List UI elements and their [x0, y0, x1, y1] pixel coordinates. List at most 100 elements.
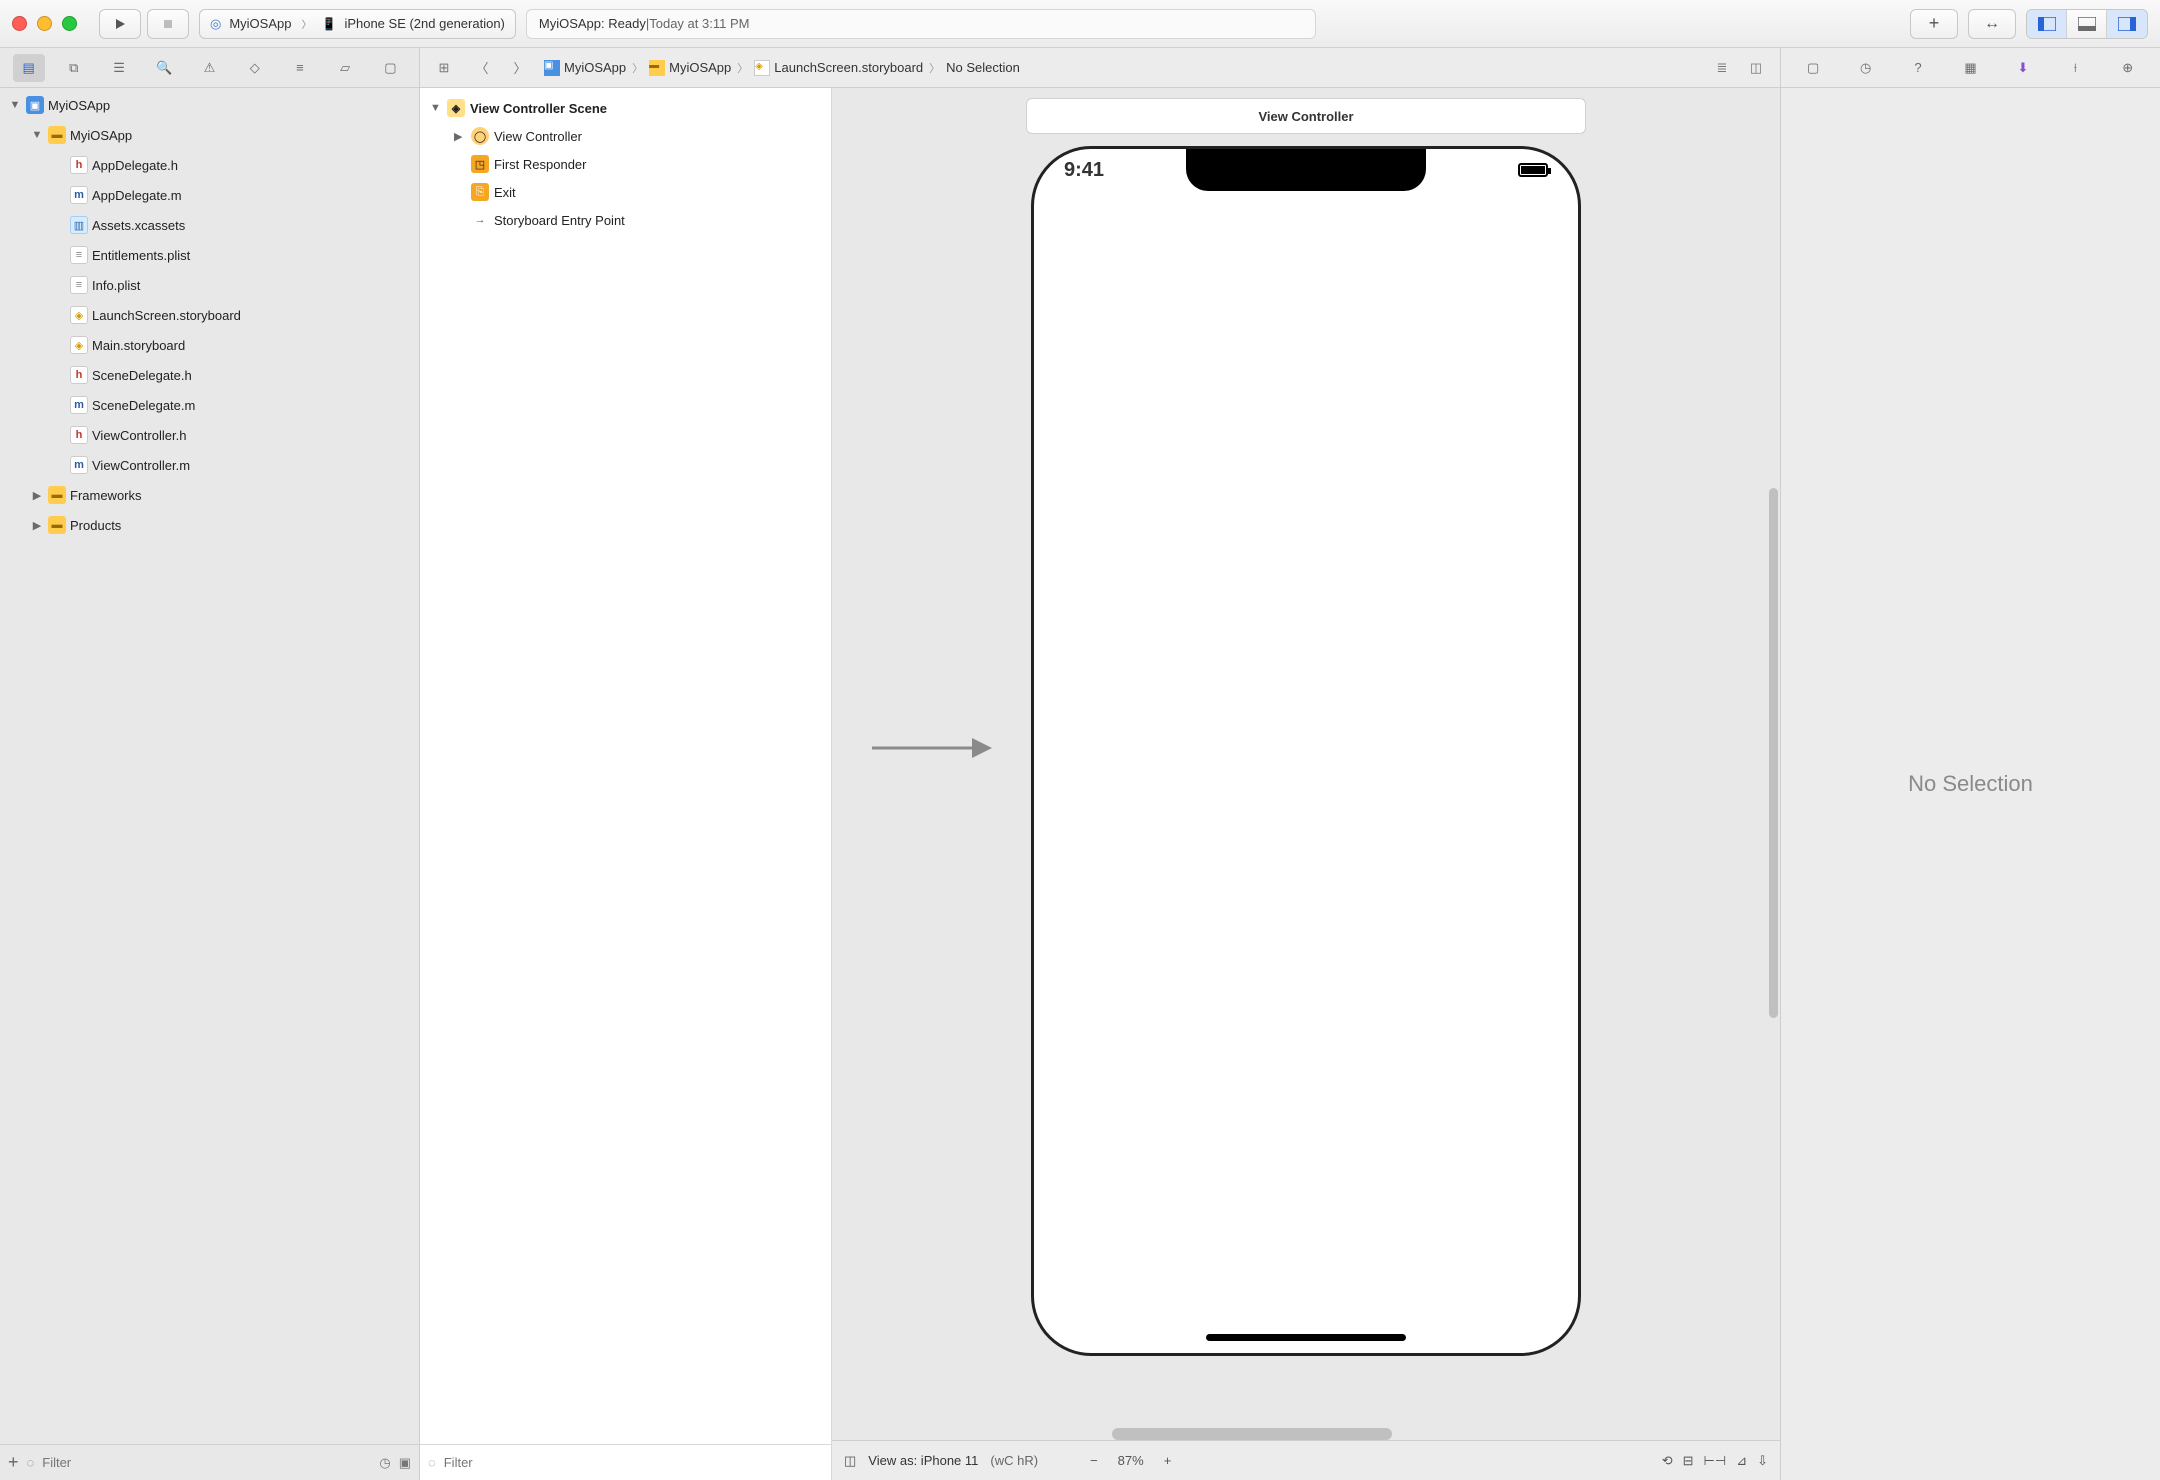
- device-icon: 📱: [321, 17, 336, 31]
- tree-row[interactable]: mViewController.m: [0, 450, 419, 480]
- ruler-icon: ⟊: [2074, 60, 2077, 76]
- find-navigator-tab[interactable]: 🔍: [148, 54, 180, 82]
- size-inspector-tab[interactable]: ⟊: [2059, 54, 2091, 82]
- disclosure-triangle[interactable]: ▼: [430, 102, 442, 114]
- document-outline[interactable]: ▼◈View Controller Scene▶◯View Controller…: [420, 88, 831, 1444]
- zoom-in-button[interactable]: +: [1164, 1453, 1172, 1468]
- disclosure-triangle[interactable]: ▶: [30, 489, 44, 502]
- back-button[interactable]: 〈: [468, 55, 496, 81]
- report-navigator-tab[interactable]: ▢: [374, 54, 406, 82]
- stop-button[interactable]: [147, 9, 189, 39]
- tree-row[interactable]: mSceneDelegate.m: [0, 390, 419, 420]
- close-window-button[interactable]: [12, 16, 27, 31]
- status-state-label: Ready: [608, 16, 646, 31]
- symbol-navigator-tab[interactable]: ☰: [103, 54, 135, 82]
- resolve-issues-button[interactable]: ⊿: [1736, 1453, 1747, 1469]
- source-control-navigator-tab[interactable]: ⧉: [58, 54, 90, 82]
- outline-row[interactable]: →Storyboard Entry Point: [424, 206, 827, 234]
- outline-filter-input[interactable]: [444, 1455, 823, 1470]
- zoom-out-button[interactable]: −: [1090, 1453, 1098, 1468]
- disclosure-triangle[interactable]: ▼: [30, 129, 44, 141]
- help-inspector-tab[interactable]: ?: [1902, 54, 1934, 82]
- add-files-button[interactable]: +: [8, 1452, 19, 1473]
- tree-row[interactable]: ▼▬MyiOSApp: [0, 120, 419, 150]
- zoom-level[interactable]: 87%: [1118, 1453, 1144, 1468]
- identity-inspector-tab[interactable]: ▦: [1954, 54, 1986, 82]
- toggle-navigator-button[interactable]: [2027, 10, 2067, 38]
- outline-row[interactable]: ◳First Responder: [424, 150, 827, 178]
- breadcrumb-item[interactable]: No Selection: [946, 60, 1020, 75]
- scheme-selector[interactable]: ◎ MyiOSApp 〉 📱 iPhone SE (2nd generation…: [199, 9, 516, 39]
- run-button[interactable]: [99, 9, 141, 39]
- tree-row[interactable]: ▥Assets.xcassets: [0, 210, 419, 240]
- editor-options-button[interactable]: ≣: [1708, 55, 1736, 81]
- panel-toggle-group: [2026, 9, 2148, 39]
- disclosure-triangle[interactable]: ▶: [454, 130, 466, 143]
- navigator-filter-input[interactable]: [42, 1455, 371, 1470]
- tree-row[interactable]: ◈Main.storyboard: [0, 330, 419, 360]
- tree-row[interactable]: ▶▬Frameworks: [0, 480, 419, 510]
- add-editor-button[interactable]: ◫: [1742, 55, 1770, 81]
- align-button[interactable]: ⊟: [1683, 1453, 1694, 1469]
- outline-row[interactable]: ▶◯View Controller: [424, 122, 827, 150]
- embed-in-button[interactable]: ⟲: [1662, 1453, 1673, 1469]
- filem-file-icon: m: [70, 186, 88, 204]
- identity-icon: ▦: [1964, 60, 1976, 76]
- connections-inspector-tab[interactable]: ⊕: [2112, 54, 2144, 82]
- test-navigator-tab[interactable]: ◇: [239, 54, 271, 82]
- breadcrumb-item[interactable]: ▬MyiOSApp: [649, 60, 731, 76]
- related-items-button[interactable]: ⊞: [430, 55, 458, 81]
- project-navigator-tab[interactable]: ▤: [13, 54, 45, 82]
- status-time-label: Today at 3:11 PM: [649, 16, 749, 31]
- breadcrumb-item[interactable]: ▣MyiOSApp: [544, 60, 626, 76]
- storyboard-entry-arrow[interactable]: [872, 728, 992, 768]
- disclosure-triangle[interactable]: ▼: [8, 99, 22, 111]
- update-frames-button[interactable]: ⇩: [1757, 1453, 1768, 1469]
- filter-scope-icon[interactable]: ◌: [27, 1455, 35, 1470]
- tree-row[interactable]: ≡Info.plist: [0, 270, 419, 300]
- project-tree[interactable]: ▼▣MyiOSApp▼▬MyiOSApphAppDelegate.hmAppDe…: [0, 88, 419, 1444]
- toggle-inspector-button[interactable]: [2107, 10, 2147, 38]
- folder-icon: ▤: [22, 60, 34, 76]
- canvas-vertical-scrollbar[interactable]: [1769, 488, 1778, 1018]
- issue-navigator-tab[interactable]: ⚠: [193, 54, 225, 82]
- tree-row[interactable]: ▼▣MyiOSApp: [0, 90, 419, 120]
- story-file-icon: ◈: [70, 306, 88, 324]
- device-frame[interactable]: 9:41: [1031, 146, 1581, 1356]
- toggle-outline-button[interactable]: ◫: [844, 1453, 856, 1469]
- battery-icon: [1518, 163, 1548, 177]
- canvas-horizontal-scrollbar[interactable]: [1112, 1428, 1392, 1440]
- tree-row[interactable]: hAppDelegate.h: [0, 150, 419, 180]
- breadcrumb-item[interactable]: ◈LaunchScreen.storyboard: [754, 60, 923, 76]
- recent-filter-icon[interactable]: ◷: [379, 1455, 390, 1471]
- zoom-window-button[interactable]: [62, 16, 77, 31]
- interface-builder-canvas[interactable]: View Controller 9:41: [832, 88, 1780, 1480]
- minimize-window-button[interactable]: [37, 16, 52, 31]
- debug-navigator-tab[interactable]: ≡: [284, 54, 316, 82]
- file-inspector-tab[interactable]: ▢: [1797, 54, 1829, 82]
- outline-row[interactable]: ▼◈View Controller Scene: [424, 94, 827, 122]
- forward-button[interactable]: 〉: [506, 55, 534, 81]
- toggle-debug-area-button[interactable]: [2067, 10, 2107, 38]
- chevron-right-icon: 〉: [301, 16, 311, 31]
- library-add-button[interactable]: +: [1910, 9, 1958, 39]
- view-as-label[interactable]: View as: iPhone 11: [868, 1453, 978, 1468]
- code-review-button[interactable]: ↔: [1968, 9, 2016, 39]
- tree-row[interactable]: hSceneDelegate.h: [0, 360, 419, 390]
- pin-button[interactable]: ⊢⊣: [1704, 1453, 1727, 1469]
- scm-status-filter-icon[interactable]: ▣: [399, 1455, 411, 1471]
- breakpoint-navigator-tab[interactable]: ▱: [329, 54, 361, 82]
- tree-row[interactable]: mAppDelegate.m: [0, 180, 419, 210]
- activity-status[interactable]: MyiOSApp: Ready | Today at 3:11 PM: [526, 9, 1316, 39]
- breadcrumbs[interactable]: ▣MyiOSApp〉▬MyiOSApp〉◈LaunchScreen.storyb…: [544, 60, 1020, 76]
- tree-row[interactable]: ≡Entitlements.plist: [0, 240, 419, 270]
- scene-title-bar[interactable]: View Controller: [1026, 98, 1586, 134]
- tree-row[interactable]: hViewController.h: [0, 420, 419, 450]
- outline-row[interactable]: ⎘Exit: [424, 178, 827, 206]
- attributes-inspector-tab[interactable]: ⬇: [2007, 54, 2039, 82]
- disclosure-triangle[interactable]: ▶: [30, 519, 44, 532]
- history-inspector-tab[interactable]: ◷: [1850, 54, 1882, 82]
- tree-row[interactable]: ▶▬Products: [0, 510, 419, 540]
- chevron-right-icon: 〉: [737, 60, 748, 76]
- tree-row[interactable]: ◈LaunchScreen.storyboard: [0, 300, 419, 330]
